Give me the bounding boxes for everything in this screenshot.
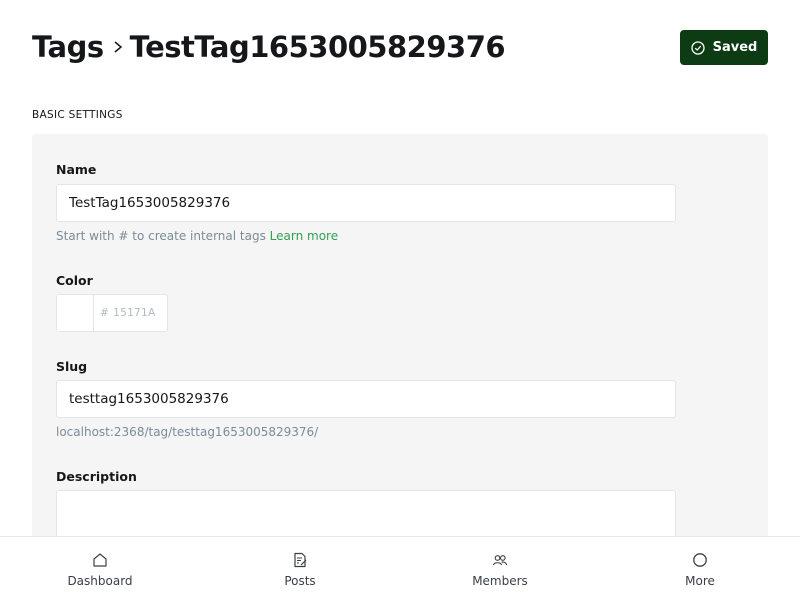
page-header: Tags TestTag1653005829376 Saved <box>32 28 768 68</box>
breadcrumb: Tags TestTag1653005829376 <box>32 30 506 64</box>
saved-button[interactable]: Saved <box>680 30 768 65</box>
name-label: Name <box>56 162 97 177</box>
nav-dashboard[interactable]: Dashboard <box>0 537 200 600</box>
color-swatch[interactable] <box>57 295 94 331</box>
nav-posts-label: Posts <box>284 574 316 588</box>
check-circle-icon <box>690 40 705 55</box>
nav-members[interactable]: Members <box>400 537 600 600</box>
nav-more[interactable]: More <box>600 537 800 600</box>
saved-button-label: Saved <box>712 40 758 55</box>
more-icon <box>693 553 707 567</box>
slug-label: Slug <box>56 359 88 374</box>
posts-icon <box>294 552 307 568</box>
breadcrumb-tags-link[interactable]: Tags <box>32 30 104 64</box>
name-hint: Start with # to create internal tags Lea… <box>56 229 338 243</box>
learn-more-link[interactable]: Learn more <box>270 229 338 243</box>
slug-url: localhost:2368/tag/testtag1653005829376/ <box>56 425 319 439</box>
page-title: TestTag1653005829376 <box>129 30 506 64</box>
tag-editor-page: Tags TestTag1653005829376 Saved BASIC SE… <box>0 0 800 600</box>
bottom-nav: Dashboard Posts Members More <box>0 536 800 600</box>
color-field: # 15171A <box>56 294 168 332</box>
members-icon <box>492 555 508 566</box>
color-placeholder: 15171A <box>113 307 156 319</box>
section-title: BASIC SETTINGS <box>32 109 123 121</box>
slug-input[interactable] <box>56 380 676 418</box>
home-icon <box>93 553 107 567</box>
color-label: Color <box>56 273 93 288</box>
color-hash-symbol: # <box>100 307 110 319</box>
name-input[interactable] <box>56 184 676 222</box>
nav-more-label: More <box>685 574 715 588</box>
description-label: Description <box>56 469 137 484</box>
chevron-right-icon <box>112 39 124 55</box>
nav-dashboard-label: Dashboard <box>67 574 133 588</box>
nav-members-label: Members <box>472 574 528 588</box>
color-input[interactable]: # 15171A <box>94 295 156 331</box>
name-hint-text: Start with # to create internal tags <box>56 229 266 243</box>
nav-posts[interactable]: Posts <box>200 537 400 600</box>
